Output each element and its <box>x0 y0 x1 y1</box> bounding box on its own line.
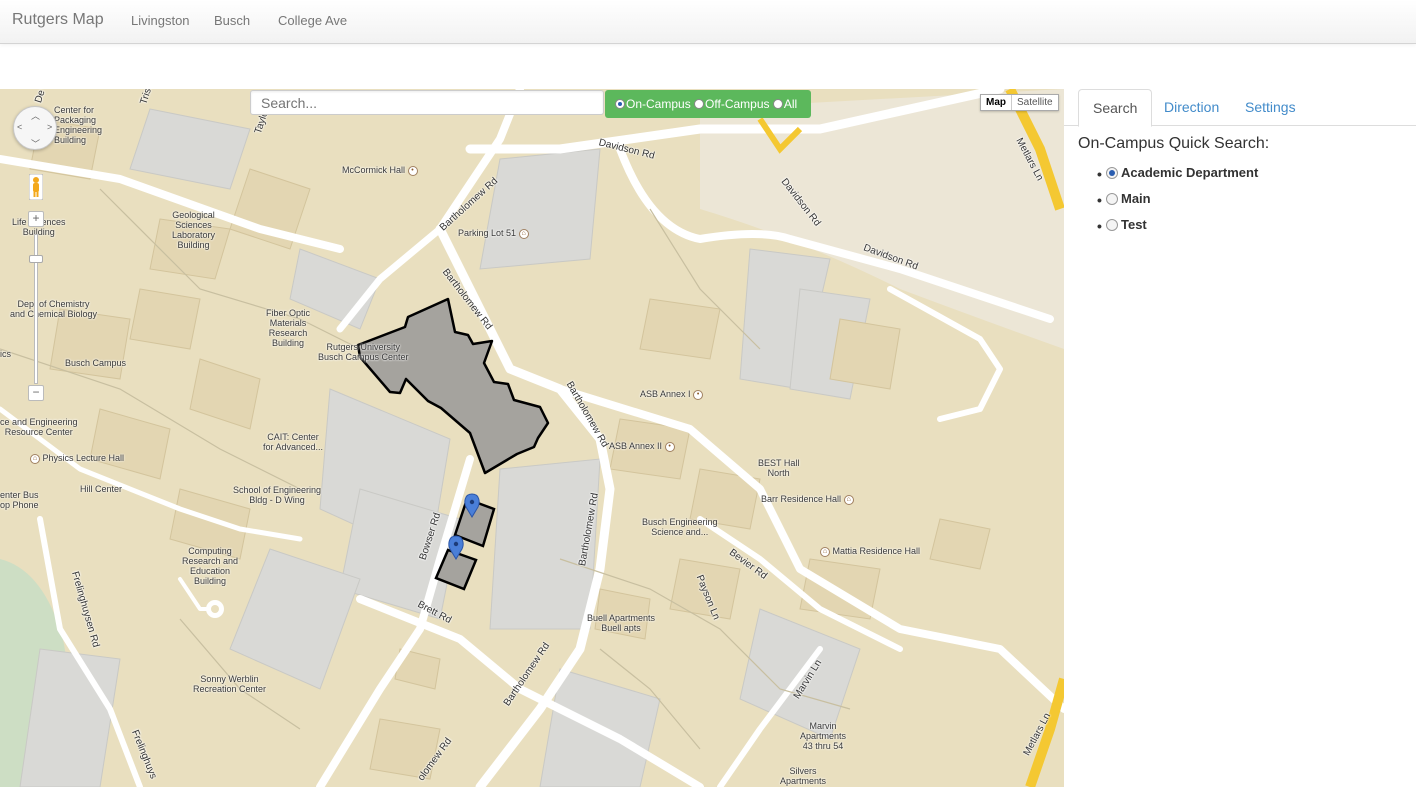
pegman-icon[interactable] <box>29 174 43 200</box>
tab-direction[interactable]: Direction <box>1150 89 1233 126</box>
label-busch-campus: Busch Campus <box>65 358 127 368</box>
map-search-input[interactable] <box>250 90 604 115</box>
zoom-slider-thumb[interactable] <box>29 255 43 263</box>
label-center-packaging: Center for Packaging Engineering Building <box>54 105 103 145</box>
label-busch-engineering: Busch Engineering Science and... <box>642 517 718 537</box>
panel-tabs: Search Direction Settings <box>1064 89 1416 127</box>
filter-on-campus-radio[interactable] <box>615 99 625 109</box>
option-test[interactable]: Test <box>1097 217 1258 243</box>
label-barr: Barr Residence Hall ⌂ <box>761 494 854 505</box>
label-best-hall: BEST Hall North <box>758 458 800 478</box>
pan-control[interactable]: ︿ ﹀ < > <box>13 106 57 150</box>
filter-on-campus-label[interactable]: On-Campus <box>626 97 691 111</box>
label-werblin: Sonny Werblin Recreation Center <box>193 674 267 694</box>
option-academic-department-radio[interactable] <box>1106 167 1118 179</box>
label-engineering-resource: ce and Engineering Resource Center <box>0 417 78 437</box>
zoom-out-button[interactable]: − <box>28 385 44 401</box>
nav-link-busch[interactable]: Busch <box>214 13 250 28</box>
side-panel: Search Direction Settings On-Campus Quic… <box>1064 89 1416 787</box>
label-asb-annex-2: ASB Annex II • <box>609 441 675 452</box>
filter-off-campus-label[interactable]: Off-Campus <box>705 97 769 111</box>
option-main[interactable]: Main <box>1097 191 1258 217</box>
label-center-bus: enter Bus op Phone <box>0 490 39 510</box>
label-parking-51: Parking Lot 51 ⌂ <box>458 228 529 239</box>
map-type-map-button[interactable]: Map <box>981 95 1012 110</box>
pan-up-icon[interactable]: ︿ <box>31 109 40 122</box>
filter-off-campus-radio[interactable] <box>694 99 705 109</box>
label-mattia: ⌂ Mattia Residence Hall <box>820 546 920 557</box>
tab-settings[interactable]: Settings <box>1231 89 1310 126</box>
nav-link-college-ave[interactable]: College Ave <box>278 13 347 28</box>
label-asb-annex-1: ASB Annex I • <box>640 389 704 400</box>
label-ics: ics <box>0 349 11 359</box>
label-computing: Computing Research and Education Building <box>182 546 239 586</box>
label-hill-center: Hill Center <box>80 484 123 494</box>
pan-left-icon[interactable]: < <box>17 122 22 132</box>
label-chemistry: Dept of Chemistry and Chemical Biology <box>10 299 98 319</box>
navbar: Rutgers Map Livingston Busch College Ave <box>0 0 1416 44</box>
label-buell: Buell Apartments Buell apts <box>587 613 656 633</box>
map-type-satellite-button[interactable]: Satellite <box>1012 95 1058 110</box>
label-marvin: Marvin Apartments 43 thru 54 <box>800 721 847 751</box>
label-engineering-d: School of Engineering Bldg - D Wing <box>233 485 322 505</box>
nav-link-livingston[interactable]: Livingston <box>131 13 190 28</box>
label-mccormick: McCormick Hall • <box>342 165 418 176</box>
label-physics: ⌂ Physics Lecture Hall <box>30 453 124 464</box>
zoom-in-button[interactable]: + <box>28 211 44 227</box>
label-silvers: Silvers Apartments <box>780 766 827 786</box>
option-test-label[interactable]: Test <box>1121 217 1147 232</box>
brand-link[interactable]: Rutgers Map <box>12 11 104 29</box>
label-geological: Geological Sciences Laboratory Building <box>172 210 216 250</box>
quick-search-options: Academic Department Main Test <box>1097 165 1258 243</box>
quick-search-title: On-Campus Quick Search: <box>1078 135 1270 152</box>
filter-all-label[interactable]: All <box>784 97 797 111</box>
tab-search[interactable]: Search <box>1078 89 1153 127</box>
campus-filter: On-Campus Off-Campus All <box>605 90 811 118</box>
label-student-center: Rutgers University Busch Campus Center <box>318 342 409 362</box>
filter-all-radio[interactable] <box>772 99 783 109</box>
option-main-radio[interactable] <box>1106 193 1118 205</box>
option-main-label[interactable]: Main <box>1121 191 1151 206</box>
option-academic-department[interactable]: Academic Department <box>1097 165 1258 191</box>
option-academic-department-label[interactable]: Academic Department <box>1121 165 1258 180</box>
map-canvas[interactable]: Center for Packaging Engineering Building M… <box>0 89 1064 787</box>
pan-down-icon[interactable]: ﹀ <box>31 137 40 150</box>
label-cait: CAIT: Center for Advanced... <box>263 432 324 452</box>
option-test-radio[interactable] <box>1106 219 1118 231</box>
map-type-control: Map Satellite <box>980 94 1059 111</box>
label-fiber-optic: Fiber Optic Materials Research Building <box>266 308 311 348</box>
pan-right-icon[interactable]: > <box>47 122 52 132</box>
map-base-layer <box>0 89 1064 787</box>
